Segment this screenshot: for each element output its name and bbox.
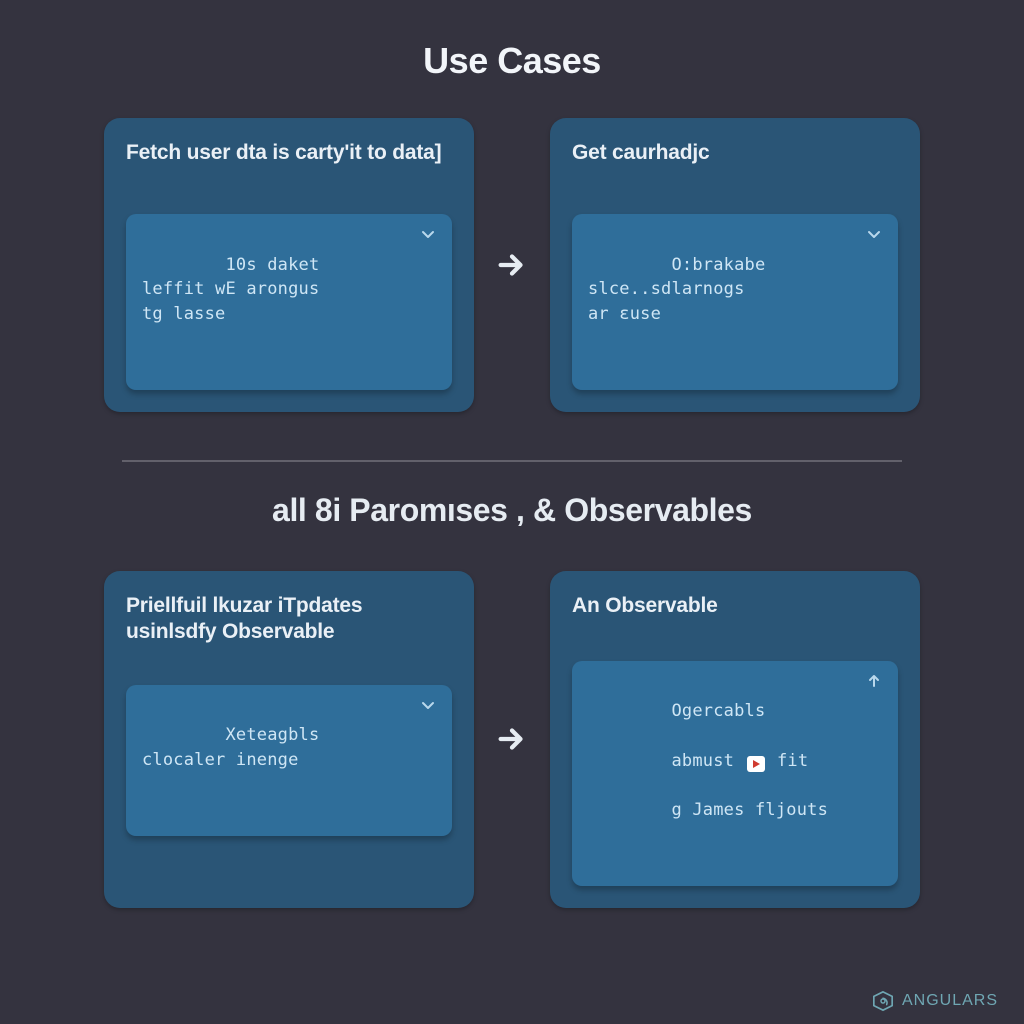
section2-row: Priellfuil lkuzar iTpdates usinlsdfy Obs… <box>70 571 954 908</box>
code-line: Ogercabls <box>671 701 765 721</box>
code-line-pre: abmust <box>671 751 744 771</box>
angulars-logo-icon <box>872 990 894 1012</box>
card-an-observable: An Observable Ogercabls abmust fit g Jam… <box>550 571 920 908</box>
code-box[interactable]: Ogercabls abmust fit g James fljouts <box>572 661 898 886</box>
code-box[interactable]: 10s daket leffit wE arongus tg lasse <box>126 214 452 390</box>
footer-brand: ANGULARS <box>872 990 998 1012</box>
code-text: 10s daket leffit wE arongus tg lasse <box>142 255 319 324</box>
card-title: Fetch user dta is carty'it to data] <box>126 140 452 196</box>
chevron-down-icon[interactable] <box>418 224 438 244</box>
chevron-down-icon[interactable] <box>864 224 884 244</box>
card-get-caurhadjc: Get caurhadjc O:brakabe slce..sdlarnogs … <box>550 118 920 412</box>
arrow-up-icon[interactable] <box>864 671 884 691</box>
code-box[interactable]: O:brakabe slce..sdlarnogs ar ɛuse <box>572 214 898 390</box>
code-line: g James fljouts <box>671 800 828 820</box>
section1-title: Use Cases <box>70 40 954 82</box>
code-text: O:brakabe slce..sdlarnogs ar ɛuse <box>588 255 765 324</box>
code-box[interactable]: Xeteagbls clocaler inenge <box>126 685 452 836</box>
section1-row: Fetch user dta is carty'it to data] 10s … <box>70 118 954 412</box>
card-priellfuil-observable: Priellfuil lkuzar iTpdates usinlsdfy Obs… <box>104 571 474 908</box>
page: Use Cases Fetch user dta is carty'it to … <box>0 0 1024 958</box>
code-text: Xeteagbls clocaler inenge <box>142 725 319 770</box>
play-icon[interactable] <box>747 756 765 772</box>
code-line-post: fit <box>767 751 809 771</box>
arrow-right-icon <box>492 248 532 282</box>
card-title: Priellfuil lkuzar iTpdates usinlsdfy Obs… <box>126 593 452 649</box>
arrow-right-icon <box>492 722 532 756</box>
card-title: Get caurhadjc <box>572 140 898 170</box>
footer-brand-text: ANGULARS <box>902 992 998 1010</box>
section2-title: all 8i Paromıses , & Observables <box>70 492 954 529</box>
card-title: An Observable <box>572 593 898 623</box>
section-divider <box>122 460 902 462</box>
card-fetch-user-data: Fetch user dta is carty'it to data] 10s … <box>104 118 474 412</box>
chevron-down-icon[interactable] <box>418 695 438 715</box>
